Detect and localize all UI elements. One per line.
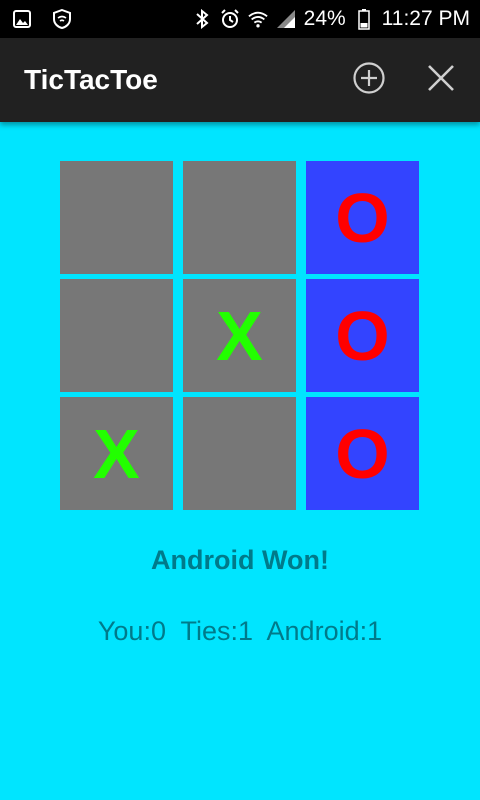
score-line: You:0 Ties:1 Android:1 [0, 616, 480, 647]
board-cell-2[interactable] [183, 161, 296, 274]
board-cell-9[interactable]: O [306, 397, 419, 510]
board-cell-4[interactable] [60, 279, 173, 392]
close-icon [426, 63, 456, 98]
board-cell-8[interactable] [183, 397, 296, 510]
score-you: You:0 [97, 616, 166, 646]
score-android: Android:1 [266, 616, 383, 646]
signal-icon [276, 9, 296, 29]
alarm-icon [220, 9, 240, 29]
battery-percentage: 24% [303, 7, 346, 30]
board-cell-6[interactable]: O [306, 279, 419, 392]
wifi-icon [247, 9, 268, 29]
app-title: TicTacToe [24, 64, 158, 95]
shield-wifi-notification-icon [52, 9, 72, 29]
battery-icon [354, 9, 374, 30]
score-ties: Ties:1 [180, 616, 254, 646]
new-game-button[interactable] [352, 61, 386, 100]
board-cell-5[interactable]: X [183, 279, 296, 392]
app-bar: TicTacToe [0, 38, 480, 122]
game-result-text: Android Won! [151, 545, 329, 575]
gallery-notification-icon [12, 9, 32, 29]
clock-time: 11:27 PM [381, 7, 470, 30]
board-cell-3[interactable]: O [306, 161, 419, 274]
add-circle-icon [352, 61, 386, 100]
status-bar: 24% 11:27 PM [0, 0, 480, 38]
bluetooth-icon [192, 9, 212, 29]
game-board: O X O X O [60, 161, 419, 510]
board-cell-7[interactable]: X [60, 397, 173, 510]
quit-button[interactable] [424, 63, 458, 97]
board-cell-1[interactable] [60, 161, 173, 274]
